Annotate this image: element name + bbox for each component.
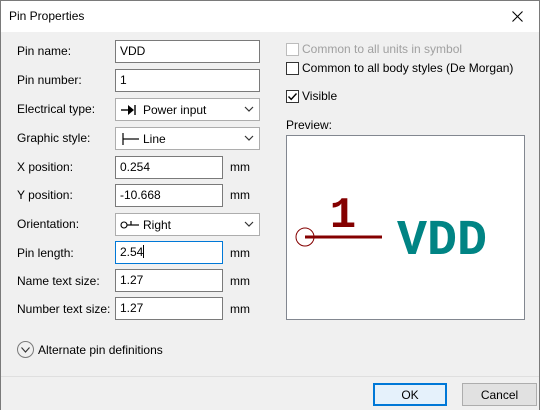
pin-length-field[interactable]: 2.54 bbox=[115, 241, 223, 264]
x-position-unit: mm bbox=[230, 160, 250, 174]
y-position-value: -10.668 bbox=[120, 188, 161, 202]
electrical-type-label: Electrical type: bbox=[17, 102, 96, 116]
y-position-unit: mm bbox=[230, 188, 250, 202]
preview-label: Preview: bbox=[286, 118, 333, 132]
chevron-down-icon bbox=[244, 106, 254, 112]
ok-button[interactable]: OK bbox=[373, 383, 447, 406]
pin-preview-panel: 1 VDD bbox=[286, 135, 525, 320]
number-text-size-unit: mm bbox=[230, 302, 250, 316]
checkbox-box bbox=[286, 61, 299, 75]
line-style-icon bbox=[120, 132, 140, 146]
cancel-button[interactable]: Cancel bbox=[462, 383, 537, 406]
close-icon bbox=[511, 11, 523, 22]
x-position-label: X position: bbox=[17, 160, 74, 174]
x-position-value: 0.254 bbox=[120, 160, 151, 174]
pin-name-text: VDD bbox=[397, 213, 487, 270]
y-position-label: Y position: bbox=[17, 188, 73, 202]
pin-properties-dialog: Pin Properties Pin name: VDD Pin number:… bbox=[0, 0, 540, 410]
name-text-size-label: Name text size: bbox=[17, 274, 100, 288]
electrical-type-select[interactable]: Power input bbox=[115, 98, 260, 121]
number-text-size-value: 1.27 bbox=[120, 301, 144, 315]
alternate-pin-definitions-label: Alternate pin definitions bbox=[38, 342, 163, 357]
pin-length-value: 2.54 bbox=[120, 245, 144, 259]
pin-length-label: Pin length: bbox=[17, 246, 74, 260]
visible-checkbox[interactable]: Visible bbox=[286, 89, 337, 103]
graphic-style-label: Graphic style: bbox=[17, 131, 91, 145]
orientation-label: Orientation: bbox=[17, 217, 80, 231]
checkbox-box bbox=[286, 89, 299, 103]
text-caret bbox=[143, 245, 145, 258]
checkmark-icon bbox=[287, 92, 298, 100]
y-position-field[interactable]: -10.668 bbox=[115, 184, 223, 207]
common-body-styles-label: Common to all body styles (De Morgan) bbox=[302, 61, 514, 75]
common-units-label: Common to all units in symbol bbox=[302, 42, 463, 56]
name-text-size-unit: mm bbox=[230, 274, 250, 288]
ok-label: OK bbox=[401, 387, 419, 402]
alternate-pin-definitions-toggle[interactable]: Alternate pin definitions bbox=[17, 341, 163, 358]
close-button[interactable] bbox=[495, 1, 539, 32]
common-body-styles-checkbox[interactable]: Common to all body styles (De Morgan) bbox=[286, 61, 513, 75]
pin-number-field[interactable]: 1 bbox=[115, 69, 260, 92]
pin-number-label: Pin number: bbox=[17, 73, 82, 87]
orientation-select[interactable]: Right bbox=[115, 213, 260, 236]
electrical-type-value: Power input bbox=[143, 102, 207, 117]
pin-name-value: VDD bbox=[120, 44, 146, 58]
expand-circle-icon bbox=[17, 341, 34, 358]
orientation-right-icon bbox=[120, 218, 140, 232]
chevron-down-icon bbox=[244, 135, 254, 141]
graphic-style-select[interactable]: Line bbox=[115, 127, 260, 150]
visible-label: Visible bbox=[302, 89, 338, 103]
orientation-value: Right bbox=[143, 217, 172, 232]
checkbox-box bbox=[286, 42, 299, 56]
pin-length-unit: mm bbox=[230, 246, 250, 260]
power-input-icon bbox=[120, 103, 140, 117]
chevron-down-icon bbox=[244, 221, 254, 227]
title-bar: Pin Properties bbox=[1, 1, 539, 32]
pin-number-value: 1 bbox=[120, 73, 127, 87]
name-text-size-field[interactable]: 1.27 bbox=[115, 269, 223, 292]
pin-name-field[interactable]: VDD bbox=[115, 40, 260, 63]
x-position-field[interactable]: 0.254 bbox=[115, 156, 223, 179]
pin-name-label: Pin name: bbox=[17, 44, 72, 58]
graphic-style-value: Line bbox=[143, 131, 166, 146]
number-text-size-field[interactable]: 1.27 bbox=[115, 297, 223, 320]
name-text-size-value: 1.27 bbox=[120, 273, 144, 287]
dialog-footer: OK Cancel bbox=[1, 376, 539, 410]
pin-number-text: 1 bbox=[330, 191, 356, 241]
pin-preview-canvas: 1 VDD bbox=[295, 191, 487, 270]
dialog-title: Pin Properties bbox=[9, 9, 85, 23]
number-text-size-label: Number text size: bbox=[17, 302, 111, 316]
common-units-checkbox[interactable]: Common to all units in symbol bbox=[286, 42, 462, 56]
cancel-label: Cancel bbox=[480, 387, 519, 402]
